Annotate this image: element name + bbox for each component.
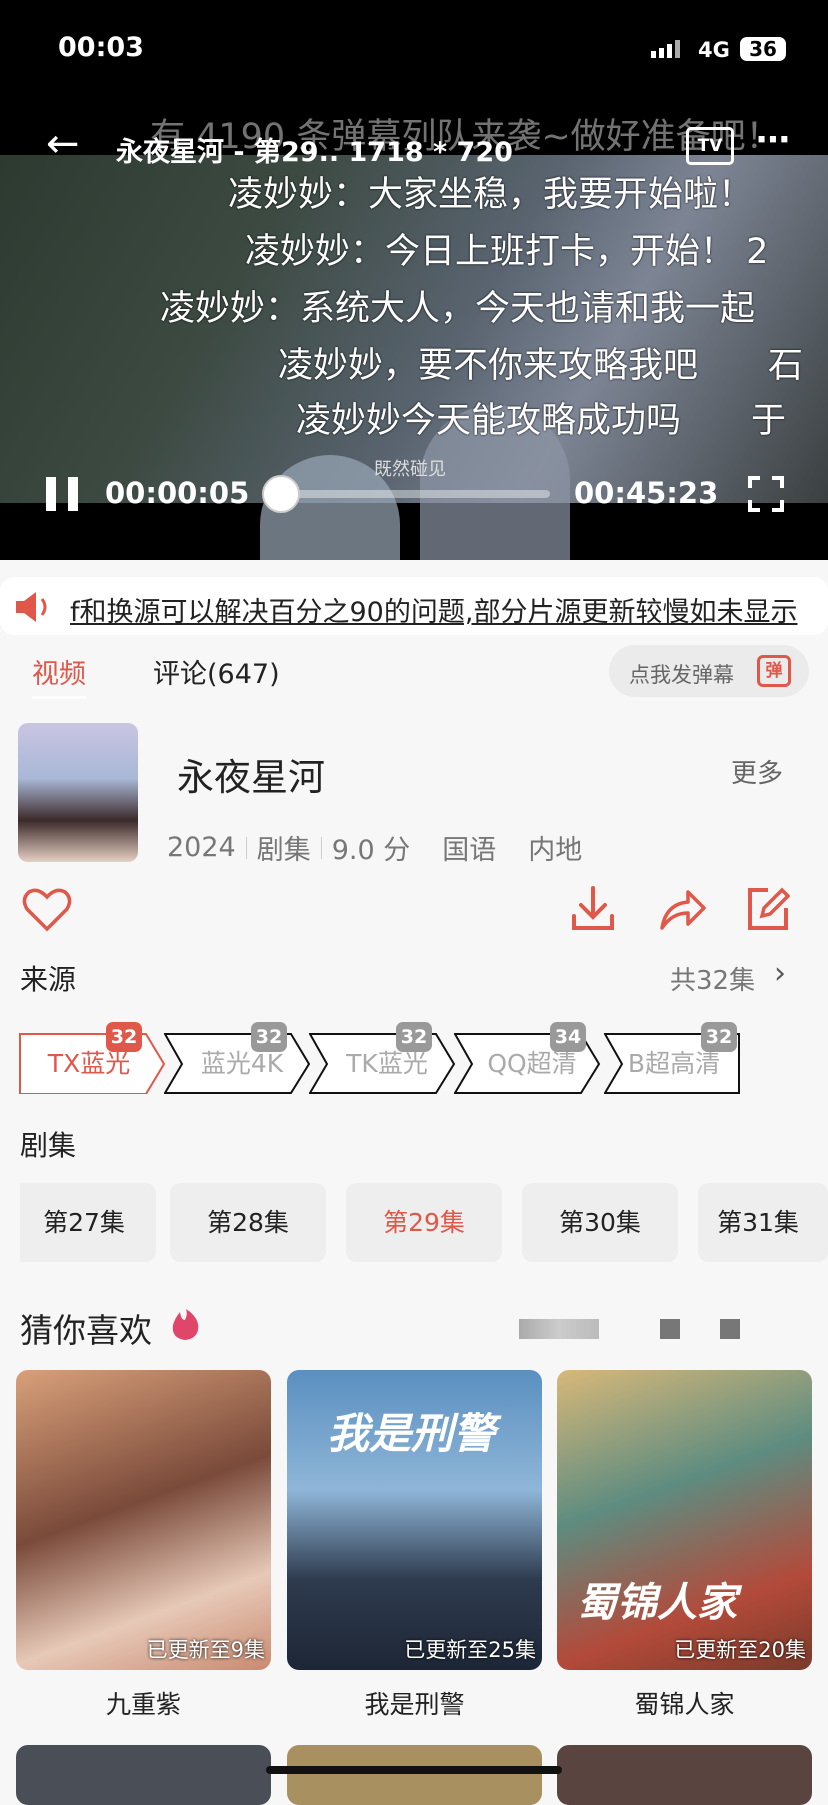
source-tab-tx[interactable]: TX蓝光 32 [19,1022,169,1094]
episode-29[interactable]: 第29集 [346,1183,502,1262]
tab-video[interactable]: 视频 [32,652,86,691]
home-indicator[interactable] [266,1766,562,1774]
recommend-title[interactable]: 九重紫 [16,1685,271,1721]
show-score: 9.0 分 [331,835,411,866]
signal-icon [651,40,680,58]
download-icon[interactable] [570,886,616,932]
notice-bar: f和换源可以解决百分之90的问题,部分片源更新较慢如未显示 [0,577,828,635]
source-tab-b[interactable]: B超高清 32 [604,1022,754,1094]
recommend-title[interactable]: 蜀锦人家 [557,1685,812,1721]
subtitle-text: 既然碰见 [374,459,446,480]
recommend-card[interactable] [287,1745,542,1805]
pause-button[interactable] [46,477,78,511]
danmaku-line: 凌妙妙：大家坐稳，我要开始啦！ [228,175,754,215]
status-time: 00:03 [58,32,144,63]
source-count-badge: 32 [251,1022,287,1052]
update-badge: 已更新至20集 [674,1638,806,1662]
pager-dot[interactable] [720,1319,740,1339]
episode-27[interactable]: 第27集 [20,1183,156,1262]
source-count-badge: 34 [550,1022,586,1052]
show-poster[interactable] [18,723,138,862]
episode-31[interactable]: 第31集 [698,1183,828,1262]
chevron-right-icon[interactable]: › [774,956,786,991]
episode-total[interactable]: 共32集 [670,960,755,997]
favorite-icon[interactable] [22,887,72,933]
source-tab-tk[interactable]: TK蓝光 32 [309,1022,459,1094]
show-year: 2024 [167,832,236,863]
source-tab-qq[interactable]: QQ超清 34 [454,1022,604,1094]
duration: 00:45:23 [574,476,719,510]
fire-icon [172,1309,199,1340]
danmaku-line: 凌妙妙今天能攻略成功吗 于 [296,401,787,441]
poster-title-art: 我是刑警 [327,1409,496,1458]
progress-handle[interactable] [262,475,300,513]
recommend-card[interactable] [557,1745,812,1805]
source-count-badge: 32 [396,1022,432,1052]
update-badge: 已更新至9集 [146,1638,265,1662]
fullscreen-button[interactable] [748,476,784,512]
tv-cast-button[interactable]: TV [686,127,734,165]
send-danmaku-label: 点我发弹幕 [629,663,734,687]
more-options-button[interactable]: ⋯ [756,120,790,160]
speaker-icon [16,592,47,622]
episode-30[interactable]: 第30集 [522,1183,678,1262]
episode-list[interactable]: 第27集 第28集 第29集 第30集 第31集 [20,1183,828,1262]
danmaku-line: 凌妙妙：系统大人，今天也请和我一起 [160,289,756,329]
back-button[interactable]: ← [46,124,80,164]
more-link[interactable]: 更多 [731,753,783,790]
source-count-badge: 32 [106,1022,142,1052]
share-icon[interactable] [658,886,708,932]
recommend-card[interactable]: 蜀锦人家 已更新至20集 [557,1370,812,1670]
recommend-title[interactable]: 我是刑警 [287,1685,542,1721]
sources-heading: 来源 [20,963,77,996]
recommend-card[interactable] [16,1745,271,1805]
pager-indicator [519,1319,599,1339]
pager-dot[interactable] [660,1319,680,1339]
recommend-heading: 猜你喜欢 [20,1311,152,1350]
source-tab-4k[interactable]: 蓝光4K 32 [164,1022,314,1094]
recommend-card[interactable]: 已更新至9集 [16,1370,271,1670]
show-region: 内地 [528,835,583,866]
episodes-heading: 剧集 [20,1129,77,1162]
danmaku-line: 凌妙妙：今日上班打卡，开始！ 2 [245,232,769,272]
video-title: 永夜星河 - 第29.. 1718 * 720 [116,137,513,168]
show-type: 剧集 [256,835,311,866]
update-badge: 已更新至25集 [404,1638,536,1662]
source-count-badge: 32 [701,1022,737,1052]
poster-title-art: 蜀锦人家 [577,1580,737,1626]
progress-track[interactable] [278,490,550,498]
danmaku-line: 凌妙妙，要不你来攻略我吧 石 [278,346,804,386]
show-meta: 2024 剧集 9.0 分 国语 内地 [167,828,582,867]
battery-icon: 36 [740,37,786,61]
notice-text[interactable]: f和换源可以解决百分之90的问题,部分片源更新较慢如未显示 [70,590,820,629]
show-title: 永夜星河 [177,756,325,799]
episode-28[interactable]: 第28集 [170,1183,326,1262]
network-label: 4G [698,38,730,62]
tab-indicator [32,696,86,699]
tab-comments[interactable]: 评论(647) [153,652,280,691]
show-language: 国语 [442,835,497,866]
recommend-card[interactable]: 我是刑警 已更新至25集 [287,1370,542,1670]
current-time: 00:00:05 [105,476,250,510]
send-danmaku-button[interactable]: 点我发弹幕 弹 [609,645,809,697]
edit-icon[interactable] [746,886,790,932]
video-player[interactable]: 00:03 4G 36 有 4190 条弹幕列队来袭~做好准备吧！ ← 永夜星河… [0,0,828,560]
danmaku-icon: 弹 [757,655,791,687]
